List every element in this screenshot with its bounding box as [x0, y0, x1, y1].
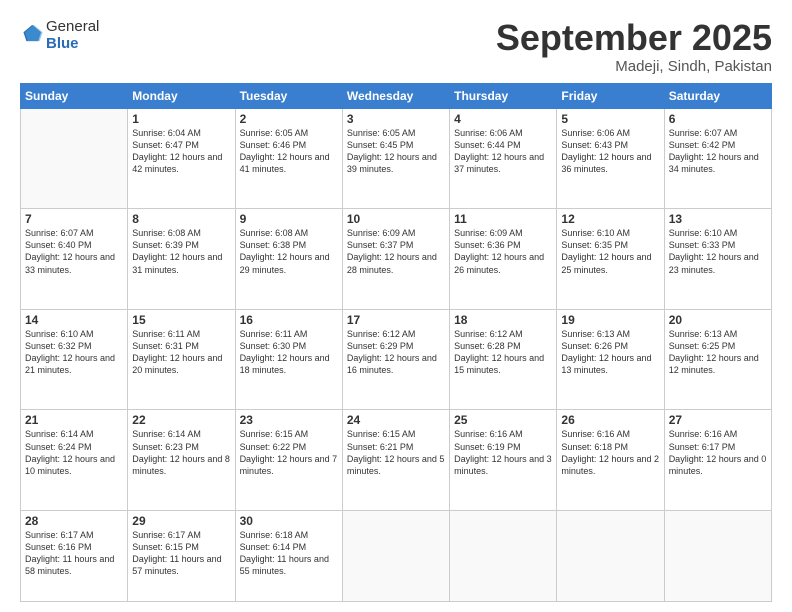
table-row: 5 Sunrise: 6:06 AMSunset: 6:43 PMDayligh… — [557, 108, 664, 209]
table-row: 15 Sunrise: 6:11 AMSunset: 6:31 PMDaylig… — [128, 309, 235, 410]
table-row: 23 Sunrise: 6:15 AMSunset: 6:22 PMDaylig… — [235, 410, 342, 511]
table-row: 10 Sunrise: 6:09 AMSunset: 6:37 PMDaylig… — [342, 209, 449, 310]
location: Madeji, Sindh, Pakistan — [496, 58, 772, 75]
table-row: 3 Sunrise: 6:05 AMSunset: 6:45 PMDayligh… — [342, 108, 449, 209]
logo-icon — [22, 22, 44, 44]
col-friday: Friday — [557, 83, 664, 108]
table-row: 30 Sunrise: 6:18 AMSunset: 6:14 PMDaylig… — [235, 510, 342, 601]
table-row: 13 Sunrise: 6:10 AMSunset: 6:33 PMDaylig… — [664, 209, 771, 310]
calendar-header-row: Sunday Monday Tuesday Wednesday Thursday… — [21, 83, 772, 108]
table-row: 11 Sunrise: 6:09 AMSunset: 6:36 PMDaylig… — [450, 209, 557, 310]
table-row: 25 Sunrise: 6:16 AMSunset: 6:19 PMDaylig… — [450, 410, 557, 511]
col-tuesday: Tuesday — [235, 83, 342, 108]
header: General Blue September 2025 Madeji, Sind… — [20, 18, 772, 75]
table-row: 21 Sunrise: 6:14 AMSunset: 6:24 PMDaylig… — [21, 410, 128, 511]
table-row: 26 Sunrise: 6:16 AMSunset: 6:18 PMDaylig… — [557, 410, 664, 511]
table-row — [21, 108, 128, 209]
table-row: 6 Sunrise: 6:07 AMSunset: 6:42 PMDayligh… — [664, 108, 771, 209]
table-row — [342, 510, 449, 601]
table-row: 1 Sunrise: 6:04 AMSunset: 6:47 PMDayligh… — [128, 108, 235, 209]
table-row: 12 Sunrise: 6:10 AMSunset: 6:35 PMDaylig… — [557, 209, 664, 310]
logo-general-text: General — [46, 18, 99, 35]
col-wednesday: Wednesday — [342, 83, 449, 108]
col-monday: Monday — [128, 83, 235, 108]
logo: General Blue — [20, 18, 99, 53]
calendar-table: Sunday Monday Tuesday Wednesday Thursday… — [20, 83, 772, 602]
table-row: 14 Sunrise: 6:10 AMSunset: 6:32 PMDaylig… — [21, 309, 128, 410]
table-row: 27 Sunrise: 6:16 AMSunset: 6:17 PMDaylig… — [664, 410, 771, 511]
col-sunday: Sunday — [21, 83, 128, 108]
table-row: 16 Sunrise: 6:11 AMSunset: 6:30 PMDaylig… — [235, 309, 342, 410]
table-row: 7 Sunrise: 6:07 AMSunset: 6:40 PMDayligh… — [21, 209, 128, 310]
table-row: 8 Sunrise: 6:08 AMSunset: 6:39 PMDayligh… — [128, 209, 235, 310]
table-row: 18 Sunrise: 6:12 AMSunset: 6:28 PMDaylig… — [450, 309, 557, 410]
table-row: 9 Sunrise: 6:08 AMSunset: 6:38 PMDayligh… — [235, 209, 342, 310]
title-block: September 2025 Madeji, Sindh, Pakistan — [496, 18, 772, 75]
table-row: 29 Sunrise: 6:17 AMSunset: 6:15 PMDaylig… — [128, 510, 235, 601]
col-saturday: Saturday — [664, 83, 771, 108]
page: General Blue September 2025 Madeji, Sind… — [0, 0, 792, 612]
table-row: 17 Sunrise: 6:12 AMSunset: 6:29 PMDaylig… — [342, 309, 449, 410]
logo-blue-text: Blue — [46, 35, 79, 52]
table-row: 24 Sunrise: 6:15 AMSunset: 6:21 PMDaylig… — [342, 410, 449, 511]
table-row — [664, 510, 771, 601]
table-row: 4 Sunrise: 6:06 AMSunset: 6:44 PMDayligh… — [450, 108, 557, 209]
table-row: 2 Sunrise: 6:05 AMSunset: 6:46 PMDayligh… — [235, 108, 342, 209]
col-thursday: Thursday — [450, 83, 557, 108]
month-title: September 2025 — [496, 18, 772, 58]
table-row — [557, 510, 664, 601]
table-row: 28 Sunrise: 6:17 AMSunset: 6:16 PMDaylig… — [21, 510, 128, 601]
table-row: 19 Sunrise: 6:13 AMSunset: 6:26 PMDaylig… — [557, 309, 664, 410]
table-row: 22 Sunrise: 6:14 AMSunset: 6:23 PMDaylig… — [128, 410, 235, 511]
table-row — [450, 510, 557, 601]
table-row: 20 Sunrise: 6:13 AMSunset: 6:25 PMDaylig… — [664, 309, 771, 410]
